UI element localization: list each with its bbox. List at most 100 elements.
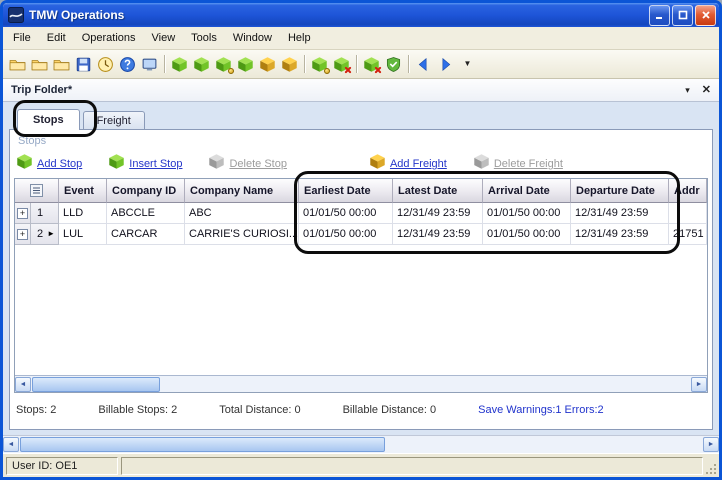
tab-freight[interactable]: Freight — [83, 111, 145, 130]
trip-folder-close-icon[interactable]: ✕ — [702, 85, 711, 96]
scroll-thumb[interactable] — [32, 377, 160, 392]
billing-icon[interactable] — [309, 53, 330, 75]
freight-box-alt-icon[interactable] — [279, 53, 300, 75]
column-header-departure-date[interactable]: Departure Date — [571, 179, 669, 203]
expand-toggle[interactable]: + — [15, 203, 31, 224]
column-header-latest-date[interactable]: Latest Date — [393, 179, 483, 203]
trip-folder-menu-caret-icon[interactable]: ▾ — [685, 86, 690, 95]
scroll-right-button[interactable]: ► — [691, 377, 707, 392]
new-trip-folder-icon[interactable] — [7, 53, 28, 75]
row-number-cell[interactable]: 1 — [31, 203, 59, 224]
stop-forward-icon[interactable] — [235, 53, 256, 75]
stops-panel: Stops Add Stop Insert Stop Delete Stop — [9, 129, 713, 430]
stop-coin-icon[interactable] — [213, 53, 234, 75]
grid-horizontal-scrollbar[interactable]: ◄ ► — [15, 375, 707, 392]
app-icon — [8, 7, 24, 23]
menu-window[interactable]: Window — [225, 29, 280, 47]
scroll-left-button[interactable]: ◄ — [3, 437, 19, 452]
add-freight-icon — [369, 153, 386, 175]
nav-forward-icon[interactable] — [435, 53, 456, 75]
tab-stops[interactable]: Stops — [17, 109, 80, 130]
expand-plus-icon[interactable]: + — [17, 229, 28, 240]
expand-toggle[interactable]: + — [15, 224, 31, 245]
cell-address[interactable] — [669, 203, 707, 224]
cell-earliest-date[interactable]: 01/01/50 00:00 — [299, 203, 393, 224]
history-clock-icon[interactable] — [95, 53, 116, 75]
menu-file[interactable]: File — [5, 29, 39, 47]
cell-departure-date[interactable]: 12/31/49 23:59 — [571, 224, 669, 245]
copy-trip-folder-icon[interactable] — [51, 53, 72, 75]
stops-summary: Stops: 2 Billable Stops: 2 Total Distanc… — [16, 402, 706, 418]
insert-stop-link[interactable]: Insert Stop — [108, 153, 182, 175]
menu-view[interactable]: View — [144, 29, 184, 47]
add-freight-label: Add Freight — [390, 158, 447, 170]
cell-departure-date[interactable]: 12/31/49 23:59 — [571, 203, 669, 224]
expand-plus-icon[interactable]: + — [17, 208, 28, 219]
cell-earliest-date[interactable]: 01/01/50 00:00 — [299, 224, 393, 245]
validate-shield-icon[interactable] — [383, 53, 404, 75]
trip-folder-title: Trip Folder* — [11, 84, 685, 96]
delete-stop-link[interactable]: Delete Stop — [208, 153, 286, 175]
title-bar[interactable]: TMW Operations — [3, 3, 719, 27]
cell-latest-date[interactable]: 12/31/49 23:59 — [393, 203, 483, 224]
column-header-address[interactable]: Addr — [669, 179, 707, 203]
column-header-company-name[interactable]: Company Name — [185, 179, 299, 203]
cancel-trip-icon[interactable] — [361, 53, 382, 75]
billing-remove-icon[interactable] — [331, 53, 352, 75]
menu-help[interactable]: Help — [280, 29, 319, 47]
toolbar-separator — [356, 55, 357, 73]
scroll-thumb[interactable] — [20, 437, 385, 452]
column-header-earliest-date[interactable]: Earliest Date — [299, 179, 393, 203]
add-freight-link[interactable]: Add Freight — [369, 153, 447, 175]
insert-stop-tool-icon[interactable] — [191, 53, 212, 75]
remove-overlay-icon — [344, 66, 352, 74]
column-chooser-button[interactable] — [15, 179, 59, 203]
cell-arrival-date[interactable]: 01/01/50 00:00 — [483, 203, 571, 224]
cell-company-name[interactable]: CARRIE'S CURIOSI... — [185, 224, 299, 245]
minimize-button[interactable] — [649, 5, 670, 26]
help-icon[interactable] — [117, 53, 138, 75]
nav-dropdown-icon[interactable]: ▼ — [457, 53, 478, 75]
add-stop-link[interactable]: Add Stop — [16, 153, 82, 175]
window-title: TMW Operations — [29, 8, 649, 22]
delete-freight-link[interactable]: Delete Freight — [473, 153, 563, 175]
cell-company-name[interactable]: ABC — [185, 203, 299, 224]
row-number-cell[interactable]: 2► — [31, 224, 59, 245]
menu-tools[interactable]: Tools — [183, 29, 225, 47]
assign-monitor-icon[interactable] — [139, 53, 160, 75]
status-empty-cell — [121, 457, 703, 475]
menu-edit[interactable]: Edit — [39, 29, 74, 47]
cell-event[interactable]: LLD — [59, 203, 107, 224]
close-button[interactable] — [695, 5, 716, 26]
main-toolbar: ▼ — [3, 50, 719, 79]
column-header-arrival-date[interactable]: Arrival Date — [483, 179, 571, 203]
grid-header-row: Event Company ID Company Name Earliest D… — [15, 179, 707, 203]
resize-grip[interactable] — [705, 463, 717, 475]
scroll-track[interactable] — [31, 377, 691, 392]
cell-latest-date[interactable]: 12/31/49 23:59 — [393, 224, 483, 245]
save-icon[interactable] — [73, 53, 94, 75]
status-user-id: User ID: OE1 — [6, 457, 118, 475]
page-horizontal-scrollbar[interactable]: ◄ ► — [3, 435, 719, 453]
menu-operations[interactable]: Operations — [74, 29, 144, 47]
cell-event[interactable]: LUL — [59, 224, 107, 245]
cell-arrival-date[interactable]: 01/01/50 00:00 — [483, 224, 571, 245]
delete-stop-label: Delete Stop — [229, 158, 286, 170]
coin-overlay-icon — [228, 68, 234, 74]
scroll-left-button[interactable]: ◄ — [15, 377, 31, 392]
scroll-right-button[interactable]: ► — [703, 437, 719, 452]
open-trip-folder-icon[interactable] — [29, 53, 50, 75]
column-header-company-id[interactable]: Company ID — [107, 179, 185, 203]
save-warnings-link[interactable]: Save Warnings:1 Errors:2 — [478, 404, 604, 416]
cell-address[interactable]: 21751 — [669, 224, 707, 245]
maximize-button[interactable] — [672, 5, 693, 26]
cell-company-id[interactable]: CARCAR — [107, 224, 185, 245]
table-row[interactable]: + 2► LUL CARCAR CARRIE'S CURIOSI... 01/0… — [15, 224, 707, 245]
freight-box-icon[interactable] — [257, 53, 278, 75]
nav-back-icon[interactable] — [413, 53, 434, 75]
add-stop-tool-icon[interactable] — [169, 53, 190, 75]
cell-company-id[interactable]: ABCCLE — [107, 203, 185, 224]
table-row[interactable]: + 1 LLD ABCCLE ABC 01/01/50 00:00 12/31/… — [15, 203, 707, 224]
column-header-event[interactable]: Event — [59, 179, 107, 203]
scroll-track[interactable] — [19, 437, 703, 452]
